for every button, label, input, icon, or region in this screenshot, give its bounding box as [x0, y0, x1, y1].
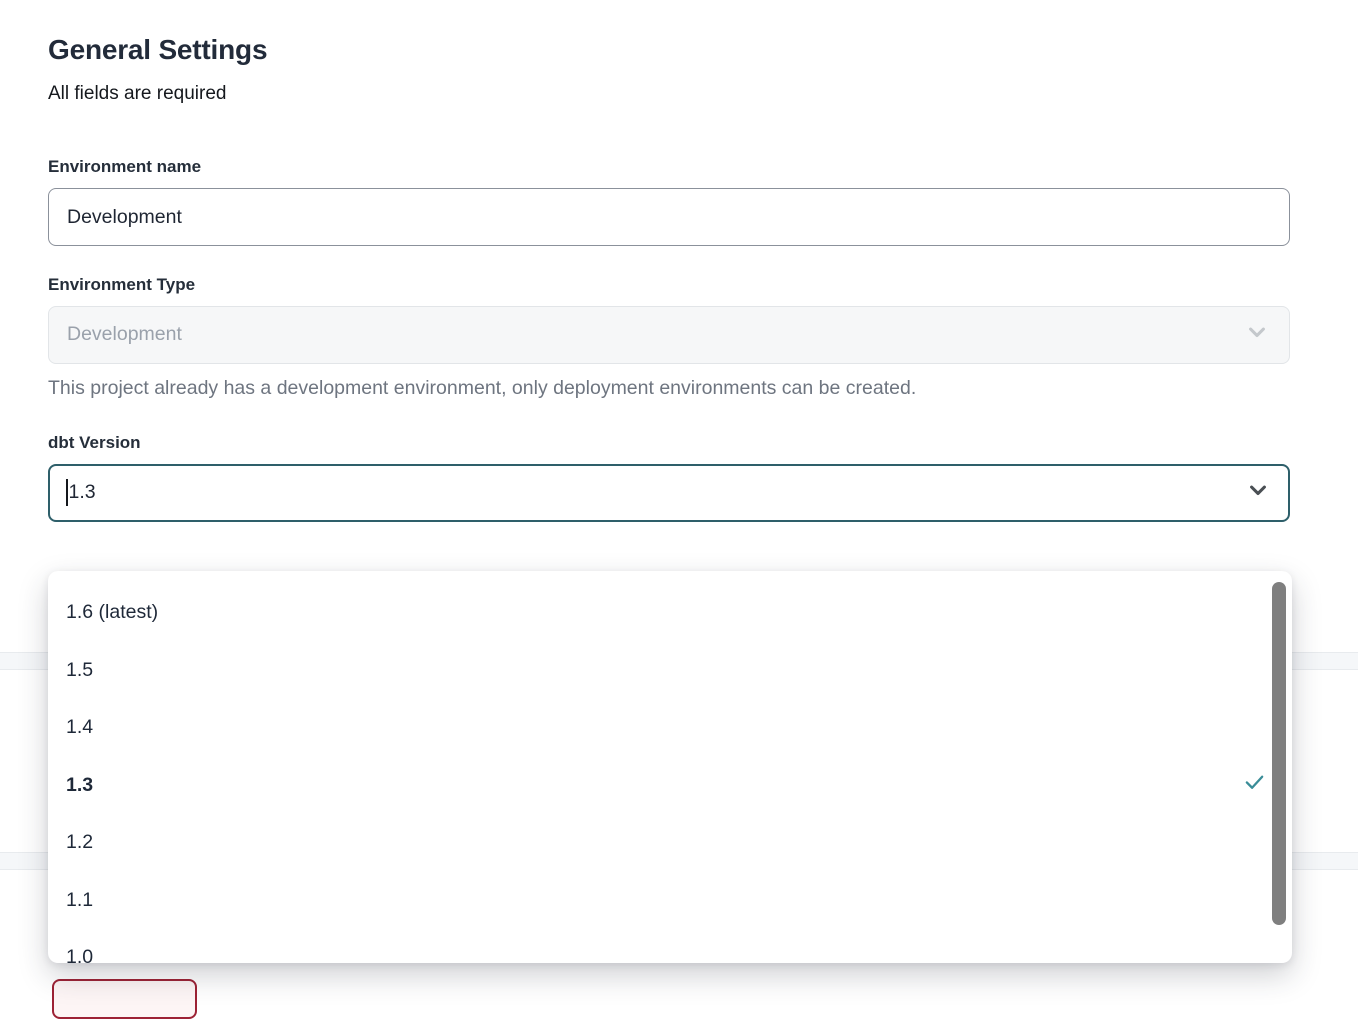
- option-label: 1.2: [66, 831, 93, 854]
- dropdown-option[interactable]: 1.5: [48, 642, 1292, 700]
- general-settings-page: General Settings All fields are required…: [0, 33, 1338, 522]
- option-label: 1.4: [66, 716, 93, 739]
- environment-type-help: This project already has a development e…: [48, 378, 1290, 399]
- page-subtitle: All fields are required: [48, 83, 1290, 105]
- dbt-version-combobox[interactable]: 1.3: [48, 464, 1290, 522]
- environment-type-select: Development: [48, 306, 1290, 364]
- option-label: 1.3: [66, 774, 93, 797]
- dropdown-option[interactable]: 1.2: [48, 814, 1292, 872]
- dbt-version-value: 1.3: [69, 481, 96, 504]
- option-label: 1.0: [66, 946, 93, 963]
- environment-type-value: Development: [67, 323, 182, 346]
- dbt-version-dropdown-menu: 1.6 (latest) 1.5 1.4 1.3 1.2 1.1 1.0: [48, 571, 1292, 963]
- dbt-version-label: dbt Version: [48, 434, 1290, 453]
- scrollbar-thumb[interactable]: [1272, 582, 1286, 925]
- delete-button[interactable]: [52, 979, 197, 1019]
- dropdown-option[interactable]: 1.4: [48, 699, 1292, 757]
- option-label: 1.5: [66, 659, 93, 682]
- environment-type-label: Environment Type: [48, 276, 1290, 295]
- environment-name-label: Environment name: [48, 158, 1290, 177]
- dropdown-option[interactable]: 1.6 (latest): [48, 584, 1292, 642]
- environment-name-input[interactable]: [48, 188, 1290, 246]
- chevron-down-icon[interactable]: [1244, 476, 1272, 510]
- chevron-down-icon: [1243, 318, 1271, 352]
- check-icon: [1243, 771, 1266, 800]
- dropdown-option[interactable]: 1.0: [48, 929, 1292, 963]
- dropdown-option[interactable]: 1.1: [48, 872, 1292, 930]
- option-label: 1.6 (latest): [66, 601, 158, 624]
- dropdown-option-selected[interactable]: 1.3: [48, 757, 1292, 815]
- option-label: 1.1: [66, 889, 93, 912]
- page-title: General Settings: [48, 33, 1290, 67]
- text-cursor: [66, 479, 68, 506]
